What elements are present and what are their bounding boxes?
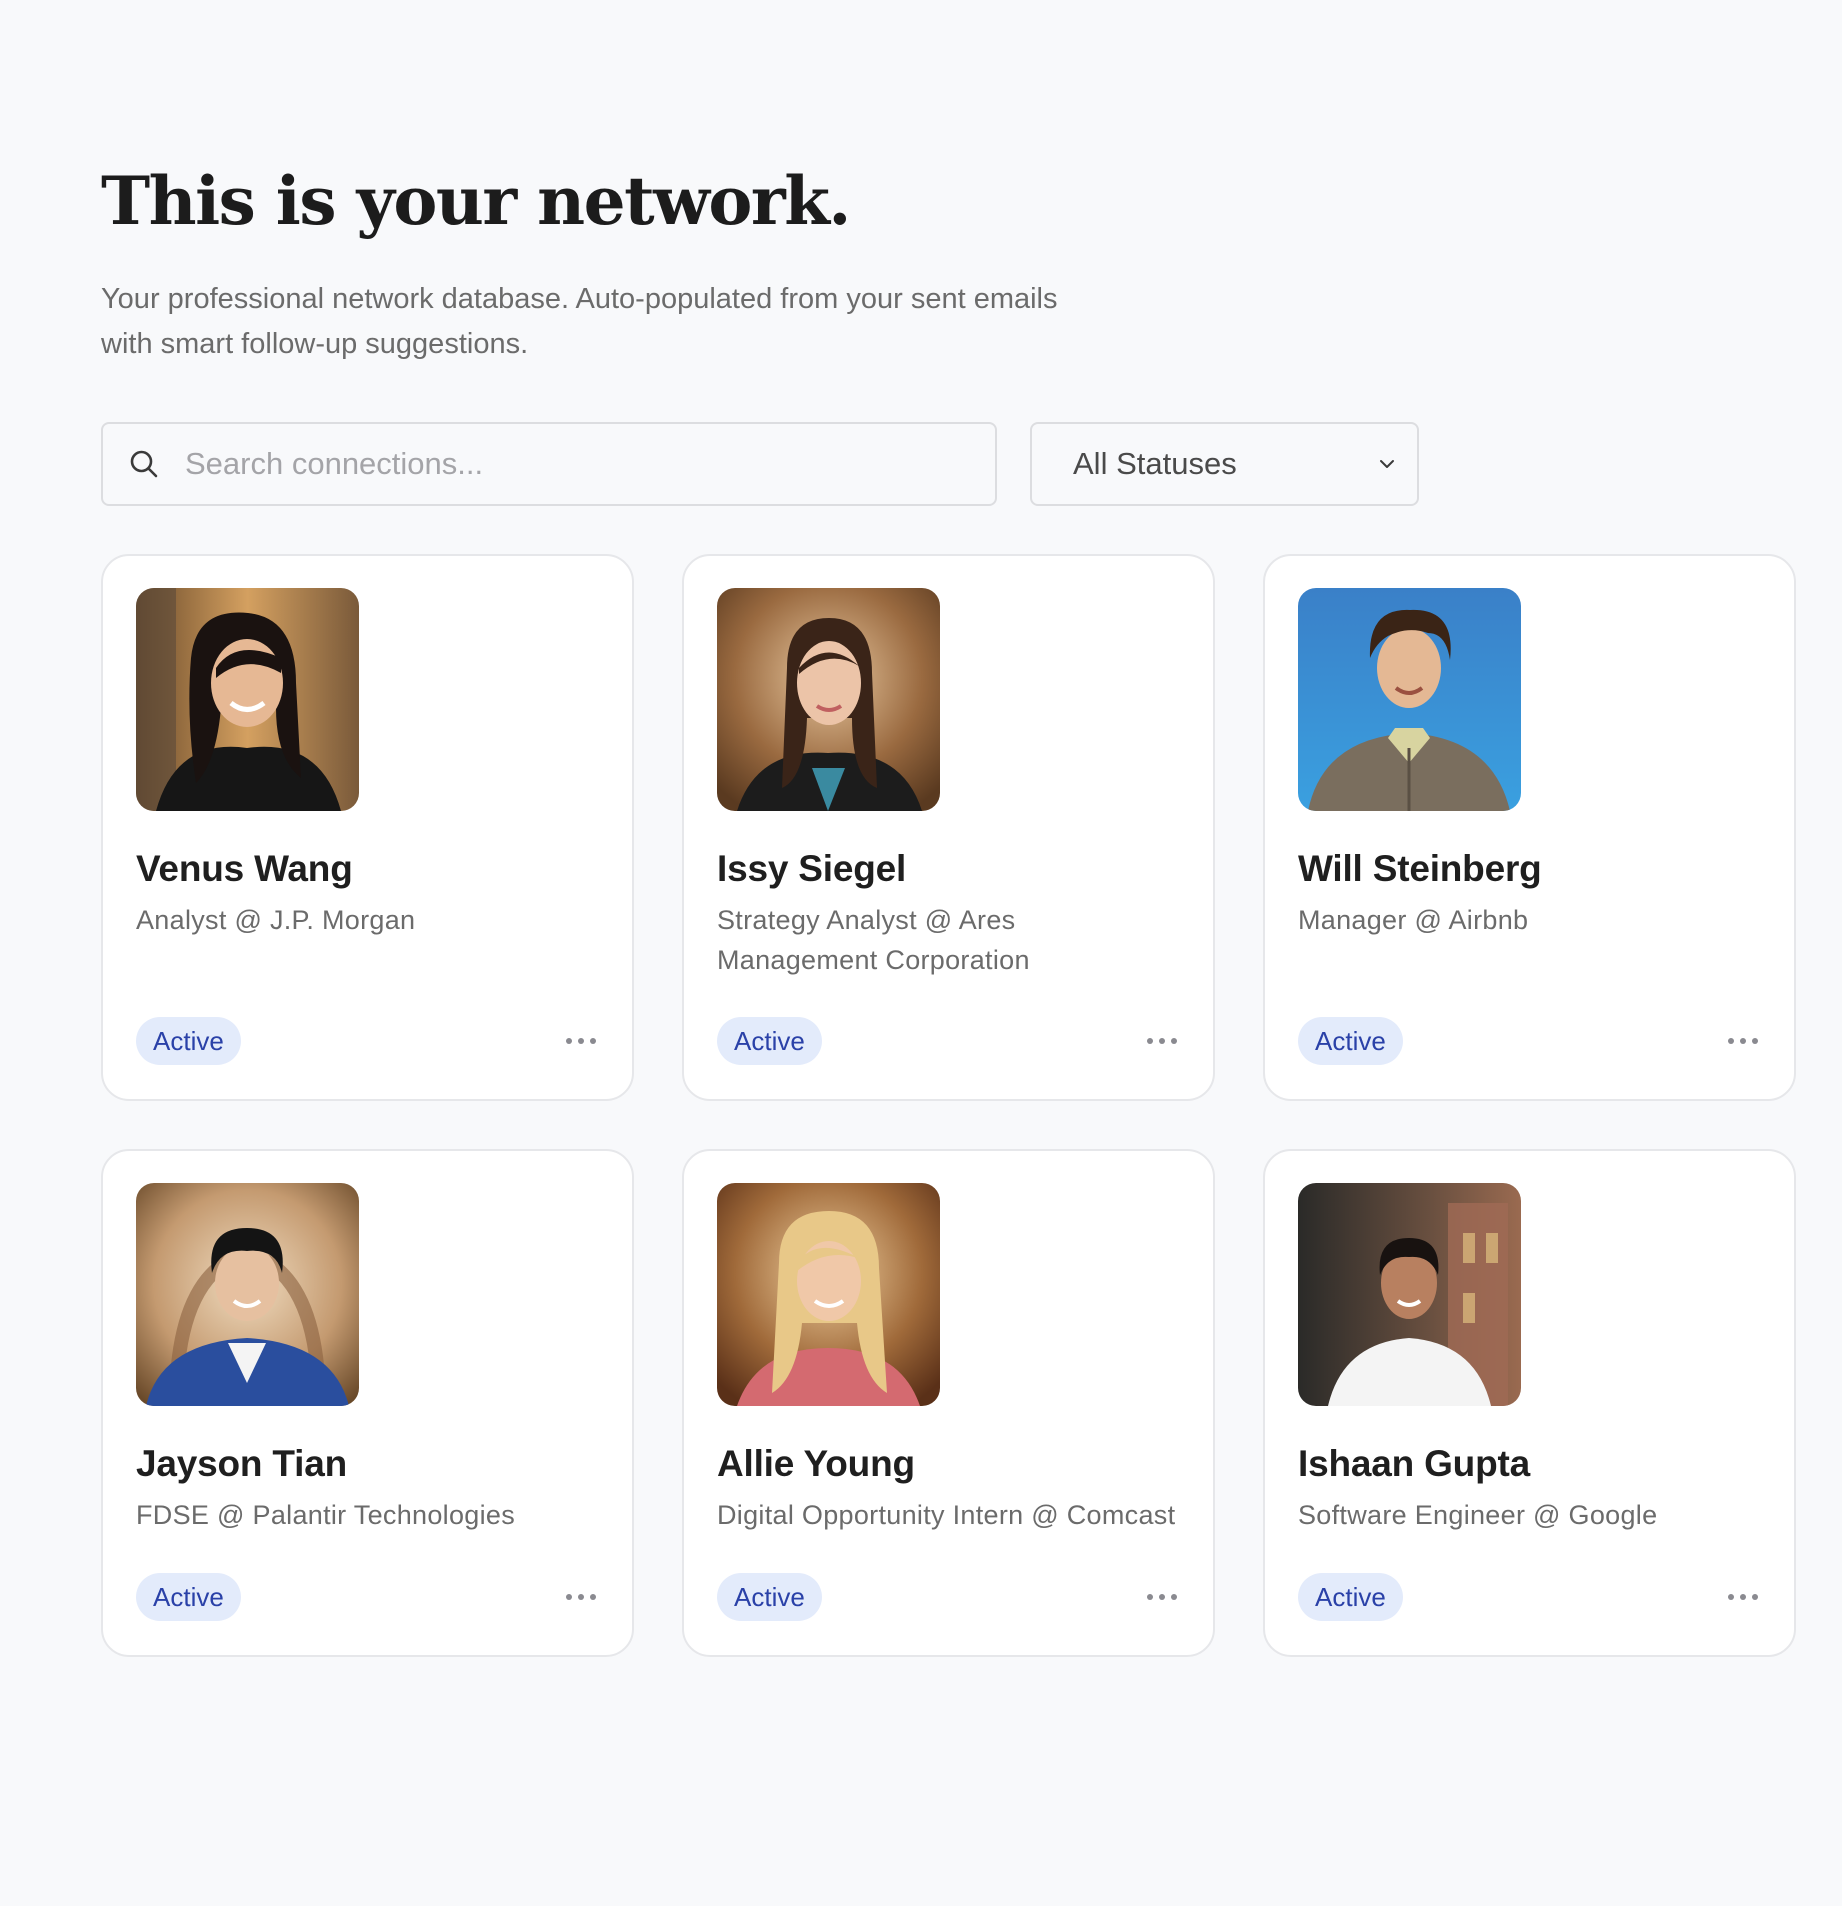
person-role: Software Engineer @ Google: [1298, 1500, 1658, 1530]
more-options-icon[interactable]: [1719, 1573, 1767, 1621]
search-input[interactable]: [185, 446, 945, 482]
person-name: Ishaan Gupta: [1298, 1443, 1530, 1484]
chevron-down-icon: [1375, 452, 1399, 476]
person-role: Analyst @ J.P. Morgan: [136, 905, 416, 935]
card-footer: Active: [717, 1573, 1180, 1621]
status-badge: Active: [136, 1017, 241, 1065]
more-options-icon[interactable]: [557, 1573, 605, 1621]
person-name: Issy Siegel: [717, 848, 907, 889]
connection-card[interactable]: Venus Wang Analyst @ J.P. Morgan Active: [101, 554, 634, 1101]
avatar: [1298, 1183, 1521, 1406]
status-badge: Active: [717, 1017, 822, 1065]
search-box[interactable]: [101, 422, 997, 506]
card-footer: Active: [136, 1017, 599, 1065]
network-page: This is your network. Your professional …: [0, 0, 1842, 1906]
card-footer: Active: [1298, 1573, 1761, 1621]
search-icon: [129, 449, 159, 479]
connection-card[interactable]: Will Steinberg Manager @ Airbnb Active: [1263, 554, 1796, 1101]
card-footer: Active: [1298, 1017, 1761, 1065]
card-footer: Active: [136, 1573, 599, 1621]
person-role: Strategy Analyst @ Ares Management Corpo…: [717, 905, 1030, 975]
more-options-icon[interactable]: [557, 1017, 605, 1065]
more-options-icon[interactable]: [1138, 1017, 1186, 1065]
status-filter-value: All Statuses: [1073, 446, 1237, 481]
person-role: Manager @ Airbnb: [1298, 905, 1529, 935]
avatar: [717, 588, 940, 811]
status-badge: Active: [1298, 1573, 1403, 1621]
status-badge: Active: [1298, 1017, 1403, 1065]
connection-card[interactable]: Issy Siegel Strategy Analyst @ Ares Mana…: [682, 554, 1215, 1101]
avatar: [1298, 588, 1521, 811]
connection-card[interactable]: Ishaan Gupta Software Engineer @ Google …: [1263, 1149, 1796, 1657]
person-name: Allie Young: [717, 1443, 915, 1484]
page-title: This is your network.: [101, 162, 851, 240]
more-options-icon[interactable]: [1719, 1017, 1767, 1065]
avatar: [136, 1183, 359, 1406]
person-name: Will Steinberg: [1298, 848, 1542, 889]
connection-card[interactable]: Jayson Tian FDSE @ Palantir Technologies…: [101, 1149, 634, 1657]
connection-card[interactable]: Allie Young Digital Opportunity Intern @…: [682, 1149, 1215, 1657]
status-badge: Active: [136, 1573, 241, 1621]
toolbar: All Statuses: [101, 422, 1419, 506]
person-role: Digital Opportunity Intern @ Comcast: [717, 1500, 1176, 1530]
status-filter-select[interactable]: All Statuses: [1030, 422, 1419, 506]
more-options-icon[interactable]: [1138, 1573, 1186, 1621]
status-badge: Active: [717, 1573, 822, 1621]
avatar: [717, 1183, 940, 1406]
person-name: Jayson Tian: [136, 1443, 347, 1484]
page-subtitle: Your professional network database. Auto…: [101, 283, 1058, 360]
person-name: Venus Wang: [136, 848, 353, 889]
card-footer: Active: [717, 1017, 1180, 1065]
connections-grid: Venus Wang Analyst @ J.P. Morgan Active: [101, 554, 1796, 1657]
avatar: [136, 588, 359, 811]
person-role: FDSE @ Palantir Technologies: [136, 1500, 515, 1530]
